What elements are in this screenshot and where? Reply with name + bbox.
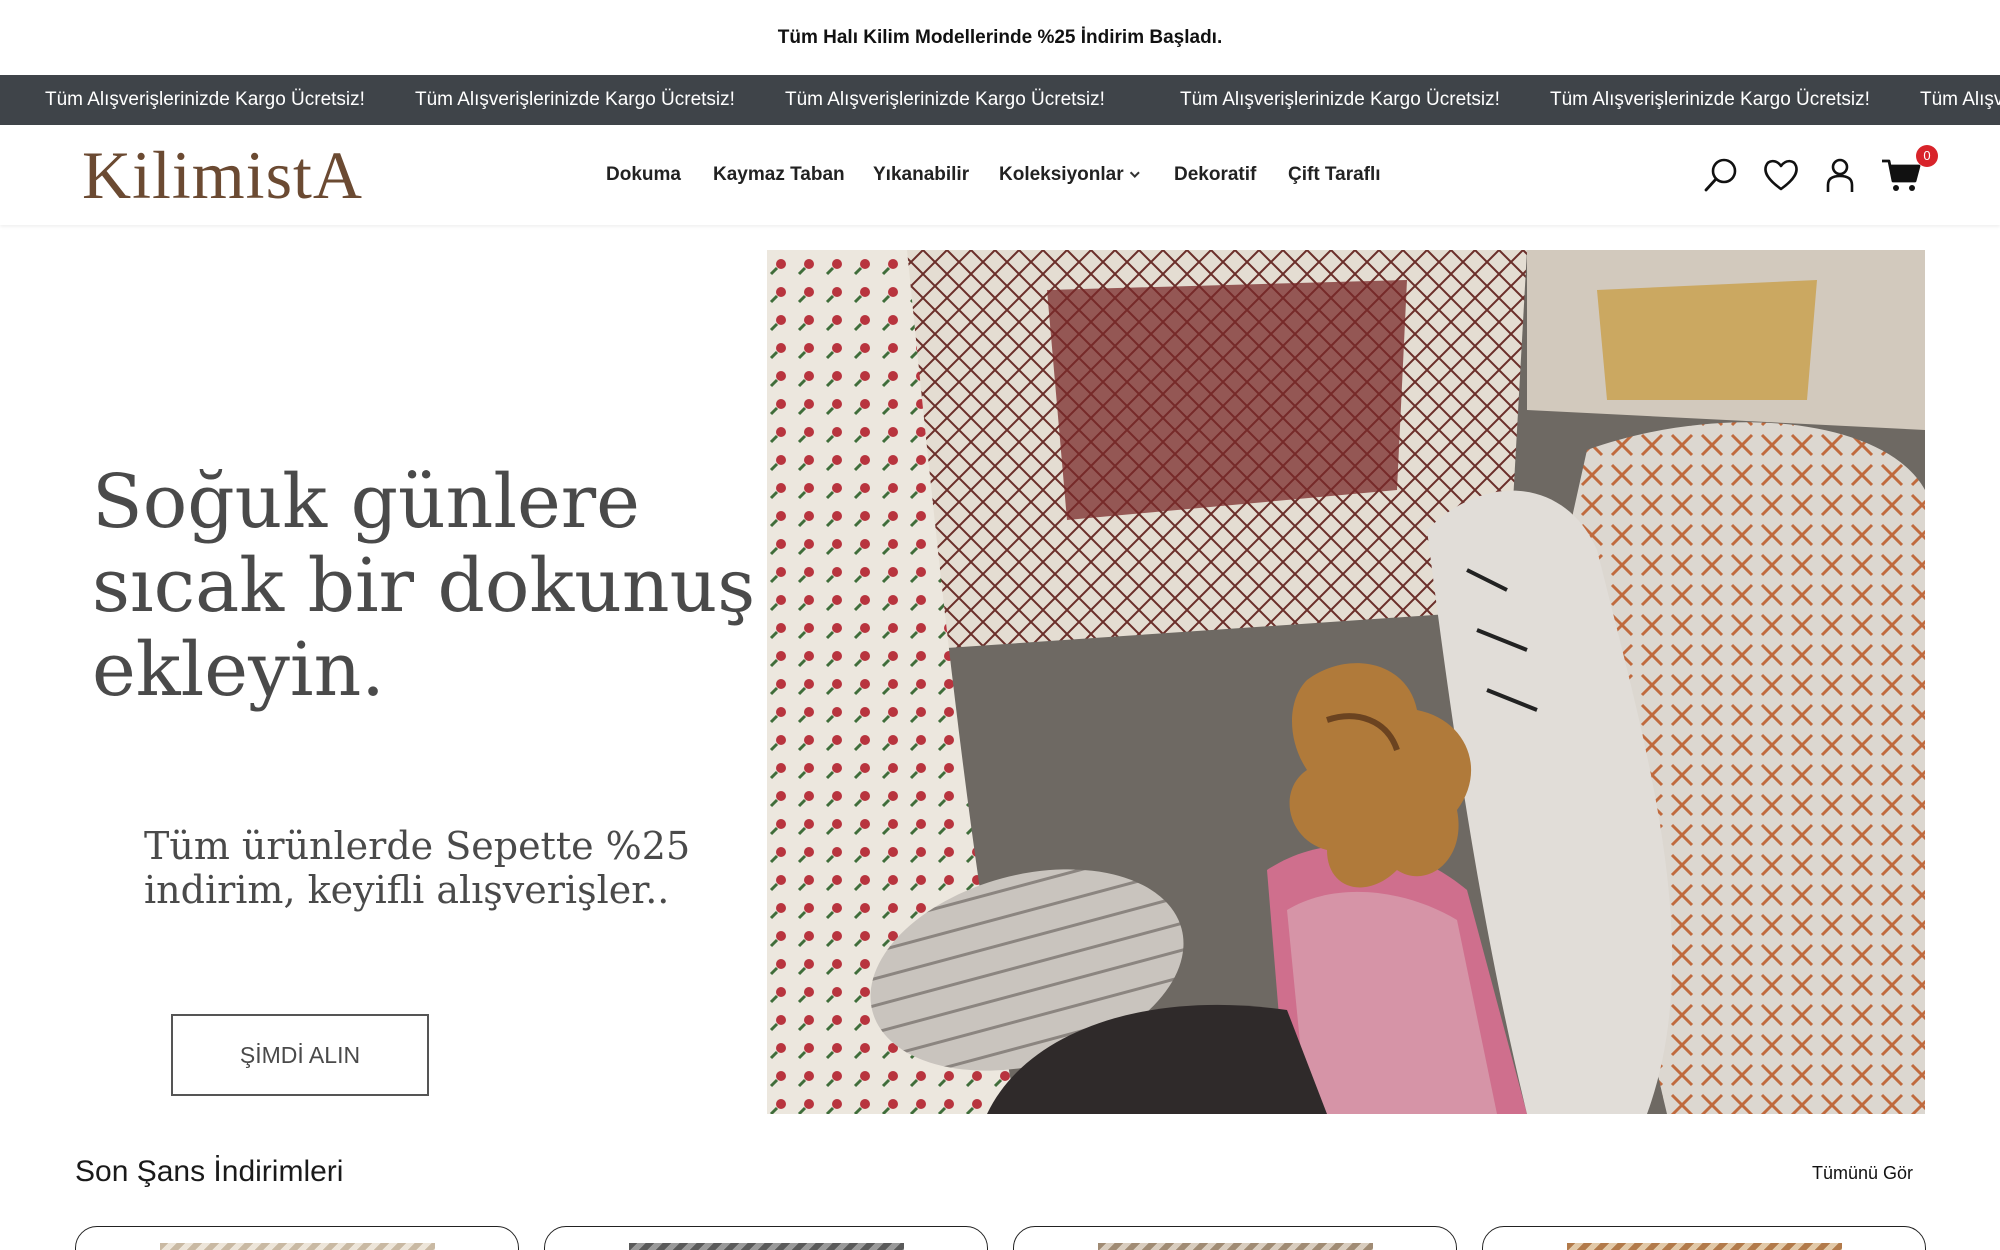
marquee-item: Tüm Alışverişlerinizde Kargo Ücretsiz! xyxy=(45,89,365,110)
product-image xyxy=(1567,1243,1842,1250)
marquee-item: Tüm Alışv xyxy=(1920,89,2000,110)
nav-item-dekoratif[interactable]: Dekoratif xyxy=(1174,125,1256,225)
cart-count-badge: 0 xyxy=(1916,145,1938,167)
marquee-item: Tüm Alışverişlerinizde Kargo Ücretsiz! xyxy=(785,89,1105,110)
hero-subtitle: Tüm ürünlerde Sepette %25 indirim, keyif… xyxy=(144,824,691,912)
nav-item-yikanabilir[interactable]: Yıkanabilir xyxy=(873,125,969,225)
product-image xyxy=(629,1243,904,1250)
product-card[interactable] xyxy=(544,1226,988,1250)
nav-item-dokuma[interactable]: Dokuma xyxy=(606,125,681,225)
announcement-text: Tüm Halı Kilim Modellerinde %25 İndirim … xyxy=(777,26,1223,48)
marquee-item: Tüm Alışverişlerinizde Kargo Ücretsiz! xyxy=(1180,89,1500,110)
site-header: KilimistA Dokuma Kaymaz Taban Yıkanabili… xyxy=(0,125,2000,225)
product-card[interactable] xyxy=(1013,1226,1457,1250)
hero-banner[interactable]: Soğuk günlere sıcak bir dokunuş ekleyin.… xyxy=(0,250,2000,1114)
main-nav: Dokuma Kaymaz Taban Yıkanabilir Koleksiy… xyxy=(0,125,2000,225)
hero-rugs-image xyxy=(767,250,1925,1114)
nav-item-koleksiyonlar[interactable]: Koleksiyonlar xyxy=(999,125,1140,225)
product-card[interactable] xyxy=(75,1226,519,1250)
heart-icon[interactable] xyxy=(1761,155,1801,195)
shipping-marquee: Tüm Alışverişlerinizde Kargo Ücretsiz! T… xyxy=(0,75,2000,125)
nav-item-kaymaz-taban[interactable]: Kaymaz Taban xyxy=(713,125,845,225)
marquee-item: Tüm Alışverişlerinizde Kargo Ücretsiz! xyxy=(1550,89,1870,110)
nav-item-label: Koleksiyonlar xyxy=(999,164,1124,185)
shop-now-button[interactable]: ŞİMDİ ALIN xyxy=(171,1014,429,1096)
see-all-link[interactable]: Tümünü Gör xyxy=(1812,1163,1913,1184)
chevron-down-icon xyxy=(1129,168,1140,178)
section-title: Son Şans İndirimleri xyxy=(75,1155,344,1188)
hero-title: Soğuk günlere sıcak bir dokunuş ekleyin. xyxy=(92,459,756,713)
marquee-item: Tüm Alışverişlerinizde Kargo Ücretsiz! xyxy=(415,89,735,110)
rug-photo-illustration xyxy=(767,250,1925,1114)
announcement-bar: Tüm Halı Kilim Modellerinde %25 İndirim … xyxy=(0,0,2000,75)
nav-item-cift-tarafli[interactable]: Çift Taraflı xyxy=(1288,125,1381,225)
product-image xyxy=(1098,1243,1373,1250)
product-card[interactable] xyxy=(1482,1226,1926,1250)
user-icon[interactable] xyxy=(1820,155,1860,195)
product-image xyxy=(160,1243,435,1250)
search-icon[interactable] xyxy=(1701,155,1741,195)
